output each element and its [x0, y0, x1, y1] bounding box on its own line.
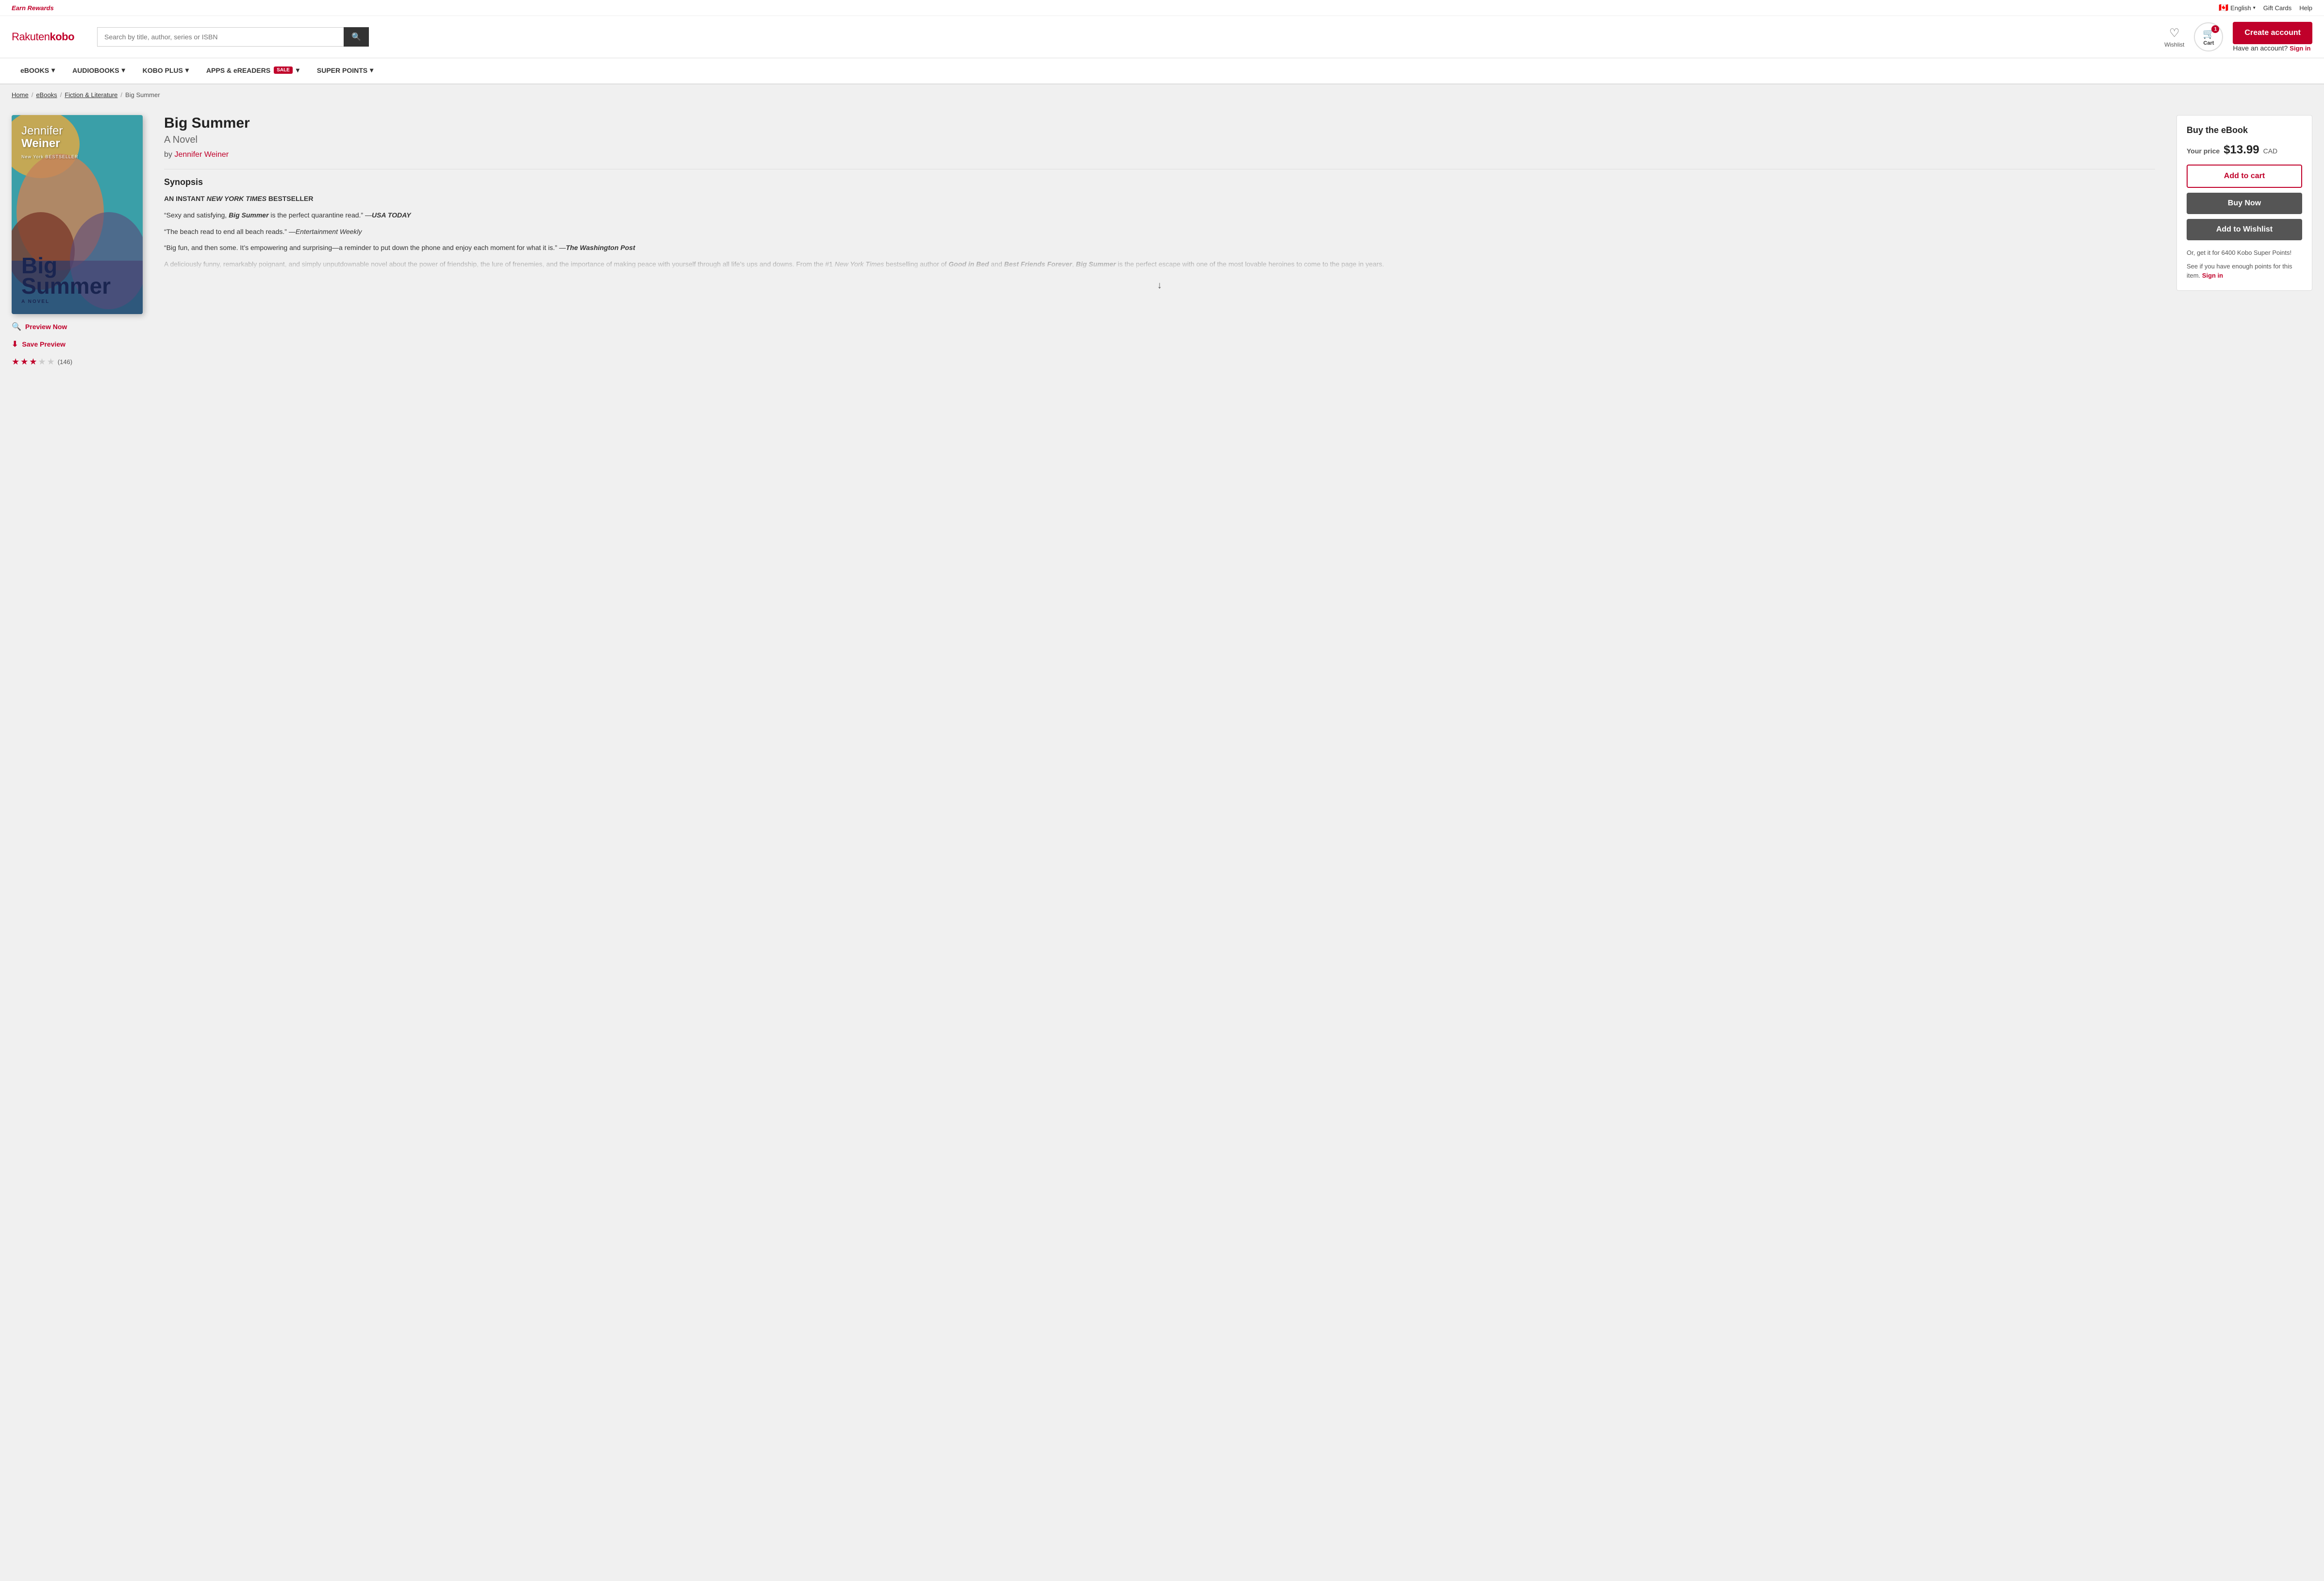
- cover-author-last: Weiner: [21, 137, 133, 150]
- price-currency: CAD: [2263, 147, 2278, 155]
- cover-author-first: Jennifer: [21, 125, 133, 137]
- breadcrumb-sep: /: [120, 91, 122, 99]
- star-2: ★: [20, 357, 28, 367]
- search-button[interactable]: 🔍: [344, 27, 369, 47]
- search-icon: 🔍: [12, 322, 21, 332]
- main-nav: eBOOKS ▾ AUDIOBOOKS ▾ KOBO PLUS ▾ APPS &…: [0, 58, 2324, 84]
- buy-box: Buy the eBook Your price $13.99 CAD Add …: [2176, 115, 2312, 291]
- star-rating[interactable]: ★ ★ ★ ★ ★: [12, 357, 55, 367]
- price-row: Your price $13.99 CAD: [2187, 143, 2302, 157]
- breadcrumb-category[interactable]: Fiction & Literature: [65, 91, 117, 99]
- cover-subtitle: A NOVEL: [21, 299, 133, 304]
- save-preview-button[interactable]: ⬇ Save Preview: [12, 339, 143, 349]
- buy-now-button[interactable]: Buy Now: [2187, 193, 2302, 214]
- chevron-down-icon: ▾: [2253, 5, 2256, 11]
- main-content: Jennifer Weiner New York BESTSELLER Big …: [0, 105, 2324, 397]
- middle-column: Big Summer A Novel by Jennifer Weiner Sy…: [154, 115, 2165, 387]
- star-3: ★: [29, 357, 37, 367]
- earn-rewards: Earn Rewards: [12, 4, 54, 12]
- chevron-down-icon: ▾: [296, 66, 299, 74]
- breadcrumb-sep: /: [60, 91, 62, 99]
- language-selector[interactable]: 🇨🇦 English ▾: [2219, 3, 2256, 13]
- gift-cards-link[interactable]: Gift Cards: [2263, 4, 2292, 12]
- synopsis-headline: AN INSTANT NEW YORK TIMES BESTSELLER: [164, 193, 2155, 205]
- search-bar: 🔍: [97, 27, 369, 47]
- logo-rakuten: Rakuten: [12, 31, 50, 43]
- have-account-text: Have an account? Sign in: [2233, 44, 2310, 52]
- rating-row: ★ ★ ★ ★ ★ (146): [12, 357, 143, 367]
- left-column: Jennifer Weiner New York BESTSELLER Big …: [12, 115, 143, 387]
- star-1: ★: [12, 357, 19, 367]
- star-5: ★: [47, 357, 55, 367]
- kobo-points-text: Or, get it for 6400 Kobo Super Points!: [2187, 248, 2302, 258]
- scroll-down-button[interactable]: ↓: [164, 275, 2155, 296]
- synopsis-text: AN INSTANT NEW YORK TIMES BESTSELLER “Se…: [164, 193, 2155, 270]
- author-link[interactable]: Jennifer Weiner: [174, 150, 229, 159]
- cover-bestseller: New York BESTSELLER: [21, 154, 133, 159]
- cart-button[interactable]: 1 🛒 Cart: [2194, 22, 2223, 51]
- synopsis-body: A deliciously funny, remarkably poignant…: [164, 259, 2155, 270]
- synopsis-quote1: “Sexy and satisfying, Big Summer is the …: [164, 210, 2155, 221]
- cart-label: Cart: [2203, 40, 2214, 46]
- create-account-button[interactable]: Create account: [2233, 22, 2312, 44]
- create-account-area: Create account Have an account? Sign in: [2233, 22, 2312, 52]
- sign-in-area: Have an account? Sign in: [2233, 44, 2312, 52]
- download-icon: ⬇: [12, 339, 18, 349]
- price-value: $13.99: [2224, 143, 2259, 157]
- search-input[interactable]: [97, 27, 344, 47]
- right-column: Buy the eBook Your price $13.99 CAD Add …: [2176, 115, 2312, 387]
- synopsis-quote2: “The beach read to end all beach reads.”…: [164, 226, 2155, 238]
- chevron-down-icon: ▾: [370, 66, 373, 74]
- book-subtitle: A Novel: [164, 134, 2155, 146]
- sale-badge: SALE: [274, 67, 293, 74]
- top-bar-right: 🇨🇦 English ▾ Gift Cards Help: [2219, 3, 2312, 13]
- nav-ebooks[interactable]: eBOOKS ▾: [12, 58, 64, 83]
- nav-kobo-plus[interactable]: KOBO PLUS ▾: [134, 58, 198, 83]
- breadcrumb-ebooks[interactable]: eBooks: [36, 91, 57, 99]
- wishlist-button[interactable]: ♡ Wishlist: [2164, 26, 2184, 48]
- chevron-down-icon: ▾: [51, 66, 55, 74]
- chevron-down-icon: ▾: [185, 66, 189, 74]
- synopsis-quote3: “Big fun, and then some. It’s empowering…: [164, 242, 2155, 254]
- add-to-cart-button[interactable]: Add to cart: [2187, 165, 2302, 188]
- kobo-points-detail: See if you have enough points for this i…: [2187, 262, 2302, 281]
- price-label: Your price: [2187, 147, 2220, 155]
- rating-count: (146): [58, 358, 72, 366]
- book-title: Big Summer: [164, 115, 2155, 132]
- nav-audiobooks[interactable]: AUDIOBOOKS ▾: [64, 58, 133, 83]
- logo[interactable]: Rakuten kobo: [12, 31, 89, 43]
- breadcrumb-sep: /: [32, 91, 33, 99]
- header: Rakuten kobo 🔍 ♡ Wishlist 1 🛒 Cart Creat…: [0, 16, 2324, 58]
- book-author-line: by Jennifer Weiner: [164, 150, 2155, 159]
- breadcrumb-home[interactable]: Home: [12, 91, 29, 99]
- help-link[interactable]: Help: [2299, 4, 2312, 12]
- book-cover: Jennifer Weiner New York BESTSELLER Big …: [12, 115, 143, 314]
- synopsis-title: Synopsis: [164, 177, 2155, 187]
- nav-super-points[interactable]: SUPER POINTS ▾: [308, 58, 382, 83]
- header-actions: ♡ Wishlist 1 🛒 Cart Create account Have …: [2164, 22, 2312, 52]
- canada-flag-icon: 🇨🇦: [2219, 3, 2228, 13]
- breadcrumb-current: Big Summer: [125, 91, 160, 99]
- preview-now-button[interactable]: 🔍 Preview Now: [12, 322, 143, 332]
- search-icon: 🔍: [351, 33, 361, 41]
- buy-title: Buy the eBook: [2187, 125, 2302, 135]
- heart-icon: ♡: [2169, 26, 2180, 40]
- chevron-down-icon: ▾: [122, 66, 125, 74]
- wishlist-label: Wishlist: [2164, 41, 2184, 48]
- cover-title-summer: Summer: [21, 276, 133, 296]
- star-4: ★: [38, 357, 46, 367]
- nav-apps-ereaders[interactable]: APPS & eREADERS SALE ▾: [198, 58, 308, 83]
- sign-in-link[interactable]: Sign in: [2290, 45, 2310, 52]
- kobo-sign-in-link[interactable]: Sign in: [2202, 272, 2223, 279]
- add-to-wishlist-button[interactable]: Add to Wishlist: [2187, 219, 2302, 240]
- breadcrumb: Home / eBooks / Fiction & Literature / B…: [0, 84, 2324, 105]
- top-bar: Earn Rewards 🇨🇦 English ▾ Gift Cards Hel…: [0, 0, 2324, 16]
- logo-kobo: kobo: [50, 31, 74, 43]
- language-label: English: [2230, 4, 2251, 12]
- cart-badge: 1: [2211, 25, 2219, 33]
